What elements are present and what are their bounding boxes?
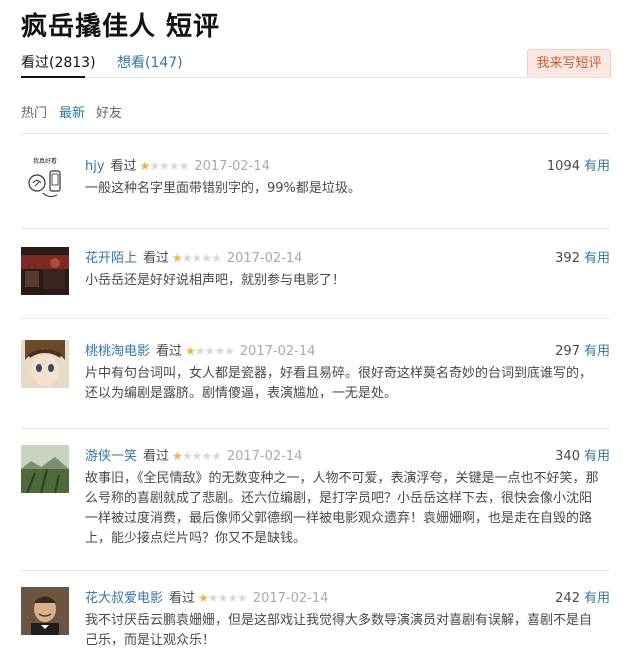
user-avatar[interactable]: 我真好看 xyxy=(21,155,69,203)
hand-drawn-phone-avatar-icon: 我真好看 xyxy=(21,155,69,203)
useful-button[interactable]: 有用 xyxy=(584,591,610,606)
watch-status: 看过 xyxy=(143,449,170,464)
review-username[interactable]: hjy xyxy=(85,159,105,174)
list-divider xyxy=(21,133,610,134)
active-tab-indicator xyxy=(21,76,85,78)
list-divider xyxy=(21,228,610,229)
vote-counter: 297 有用 xyxy=(555,340,610,359)
photo-avatar-icon xyxy=(21,247,69,295)
review-username[interactable]: 花大叔爱电影 xyxy=(85,591,163,606)
useful-button[interactable]: 有用 xyxy=(584,159,610,174)
review-item: 我真好看 hjy 看过 ★★★★★ 2017-02-14 1094 有用 一般这种名字里… xyxy=(21,155,610,215)
vote-counter: 340 有用 xyxy=(555,445,610,464)
list-divider xyxy=(21,318,610,319)
rating-stars: ★★★★★ xyxy=(198,591,248,605)
filter-friends[interactable]: 好友 xyxy=(96,102,122,121)
rating-stars: ★★★★★ xyxy=(172,251,222,265)
list-divider xyxy=(21,570,610,571)
vote-count: 297 xyxy=(555,344,580,359)
vote-count: 340 xyxy=(555,449,580,464)
review-item: 桃桃淘电影 看过 ★★★★★ 2017-02-14 297 有用 片中有句台词叫，女人都… xyxy=(21,340,610,420)
vote-count: 1094 xyxy=(546,159,580,174)
useful-button[interactable]: 有用 xyxy=(584,449,610,464)
user-avatar[interactable] xyxy=(21,445,69,493)
review-meta: 花开陌上 看过 ★★★★★ 2017-02-14 xyxy=(85,247,302,266)
portrait-avatar-icon xyxy=(21,587,69,635)
avatar-caption: 我真好看 xyxy=(33,157,57,165)
rating-stars: ★★★★★ xyxy=(172,449,222,463)
watch-status: 看过 xyxy=(110,159,137,174)
review-date: 2017-02-14 xyxy=(226,449,303,464)
tab-watched[interactable]: 看过(2813) xyxy=(21,52,96,72)
review-date: 2017-02-14 xyxy=(239,344,316,359)
tab-want-to-watch[interactable]: 想看(147) xyxy=(117,52,183,72)
review-username[interactable]: 游侠一笑 xyxy=(85,449,137,464)
rating-stars: ★★★★★ xyxy=(139,159,190,173)
user-avatar[interactable] xyxy=(21,587,69,635)
watch-status: 看过 xyxy=(143,251,170,266)
review-text: 片中有句台词叫，女人都是瓷器，好看且易碎。很好奇这样莫名奇妙的台词到底谁写的，还… xyxy=(85,366,593,401)
review-item: 花大叔爱电影 看过 ★★★★★ 2017-02-14 242 有用 我不讨厌岳云鹏袁姗姗… xyxy=(21,587,610,657)
review-username[interactable]: 花开陌上 xyxy=(85,251,137,266)
review-meta: 花大叔爱电影 看过 ★★★★★ 2017-02-14 xyxy=(85,587,328,606)
watch-status: 看过 xyxy=(169,591,196,606)
review-date: 2017-02-14 xyxy=(226,251,303,266)
user-avatar[interactable] xyxy=(21,340,69,388)
review-date: 2017-02-14 xyxy=(194,159,270,174)
review-text: 故事旧，《全民情敌》的无数变种之一，人物不可爱，表演浮夸，关键是一点也不好笑，那… xyxy=(85,471,599,546)
vote-count: 392 xyxy=(555,251,580,266)
filter-latest[interactable]: 最新 xyxy=(59,102,85,121)
review-meta: hjy 看过 ★★★★★ 2017-02-14 xyxy=(85,155,270,174)
list-divider xyxy=(21,428,610,429)
filter-hot[interactable]: 热门 xyxy=(21,102,47,121)
review-text: 小岳岳还是好好说相声吧，就别参与电影了！ xyxy=(85,273,346,288)
useful-button[interactable]: 有用 xyxy=(584,251,610,266)
watch-status: 看过 xyxy=(156,344,183,359)
review-item: 游侠一笑 看过 ★★★★★ 2017-02-14 340 有用 故事旧，《全民情敌》的无… xyxy=(21,445,610,565)
review-text: 我不讨厌岳云鹏袁姗姗，但是这部戏让我觉得大多数导演演员对喜剧有误解，喜剧不是自己… xyxy=(85,613,593,648)
review-date: 2017-02-14 xyxy=(252,591,329,606)
write-review-button[interactable]: 我来写短评 xyxy=(527,49,611,78)
vote-counter: 1094 有用 xyxy=(547,155,610,174)
rating-stars: ★★★★★ xyxy=(185,344,235,358)
landscape-avatar-icon xyxy=(21,445,69,493)
vote-counter: 392 有用 xyxy=(555,247,610,266)
review-username[interactable]: 桃桃淘电影 xyxy=(85,344,150,359)
vote-count: 242 xyxy=(555,591,580,606)
useful-button[interactable]: 有用 xyxy=(584,344,610,359)
review-meta: 游侠一笑 看过 ★★★★★ 2017-02-14 xyxy=(85,445,302,464)
review-text: 一般这种名字里面带错别字的，99%都是垃圾。 xyxy=(85,181,361,196)
review-item: 花开陌上 看过 ★★★★★ 2017-02-14 392 有用 小岳岳还是好好说相声吧，… xyxy=(21,247,610,307)
review-meta: 桃桃淘电影 看过 ★★★★★ 2017-02-14 xyxy=(85,340,315,359)
page-title: 疯岳撬佳人 短评 xyxy=(21,12,221,42)
anime-avatar-icon xyxy=(21,340,69,388)
tab-divider xyxy=(21,77,610,78)
user-avatar[interactable] xyxy=(21,247,69,295)
vote-counter: 242 有用 xyxy=(555,587,610,606)
